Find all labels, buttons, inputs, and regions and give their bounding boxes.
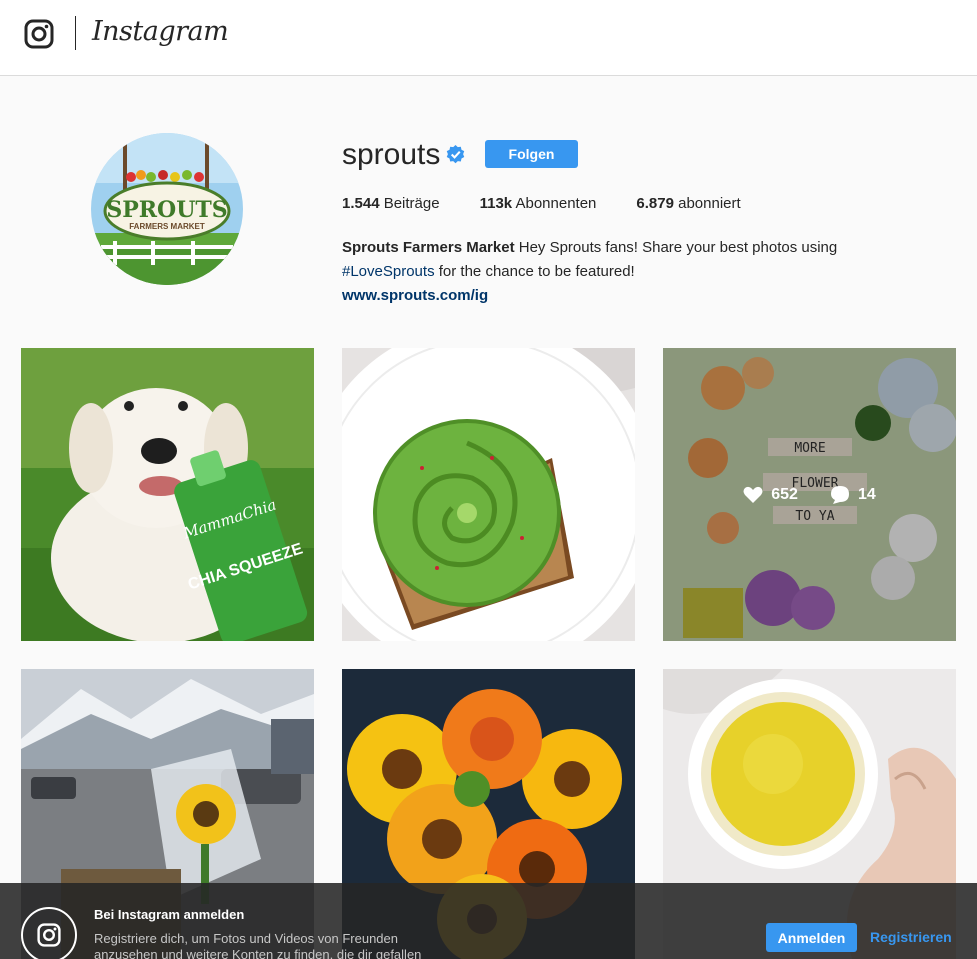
stat-value: 1.544 [342,195,380,212]
stat-following[interactable]: 6.879 abonniert [636,195,740,212]
post-thumbnail-avocado-toast[interactable] [342,348,635,641]
stat-posts: 1.544 Beiträge [342,195,440,212]
post-thumbnail-flower-tiles[interactable]: MORE FLOWER TO YA 652 14 [663,348,956,641]
profile-stats: 1.544 Beiträge 113k Abonnenten 6.879 abo… [342,195,781,212]
follow-button[interactable]: Folgen [485,140,578,168]
avatar-logo-subtext: FARMERS MARKET [129,222,205,231]
bio-text: for the chance to be featured! [434,263,635,280]
bio-website-link[interactable]: www.sprouts.com/ig [342,284,902,308]
bio-text: Hey Sprouts fans! Share your best photos… [514,239,838,256]
bio-hashtag-link[interactable]: #LoveSprouts [342,263,435,280]
comments-count: 14 [830,485,876,505]
register-link[interactable]: Registrieren [870,929,952,945]
instagram-wordmark-logo[interactable]: Instagram [92,16,229,47]
heart-icon [743,486,763,503]
login-prompt-title: Bei Instagram anmelden [94,907,245,922]
stat-value: 6.879 [636,195,674,212]
profile-avatar: SPROUTS FARMERS MARKET [91,133,243,285]
stat-label: Beiträge [379,195,440,212]
login-button[interactable]: Anmelden [766,923,857,952]
avatar-logo-text: SPROUTS [106,197,227,223]
bio-full-name: Sprouts Farmers Market [342,239,515,256]
stat-value: 113k [479,195,513,212]
verified-badge-icon [446,145,465,164]
stat-label: abonniert [673,195,741,212]
likes-count: 652 [743,486,798,504]
instagram-camera-icon[interactable] [24,19,54,49]
stat-followers[interactable]: 113k Abonnenten [480,195,597,212]
profile-bio: Sprouts Farmers Market Hey Sprouts fans!… [342,236,902,308]
comment-bubble-icon [830,485,849,504]
post-thumbnail-puppy[interactable]: MammaChia CHIA SQUEEZE [21,348,314,641]
likes-value: 652 [771,485,798,503]
profile-username: sprouts [342,138,441,171]
top-navigation-bar: Instagram [0,0,977,76]
instagram-logo-icon [21,907,77,959]
comments-value: 14 [857,485,876,503]
login-prompt-text: Registriere dich, um Fotos und Videos vo… [94,931,422,959]
login-prompt-bar: Bei Instagram anmelden Registriere dich,… [0,883,977,959]
header-divider [75,16,76,50]
post-hover-overlay: 652 14 [663,348,956,641]
stat-label: Abonnenten [512,195,597,212]
